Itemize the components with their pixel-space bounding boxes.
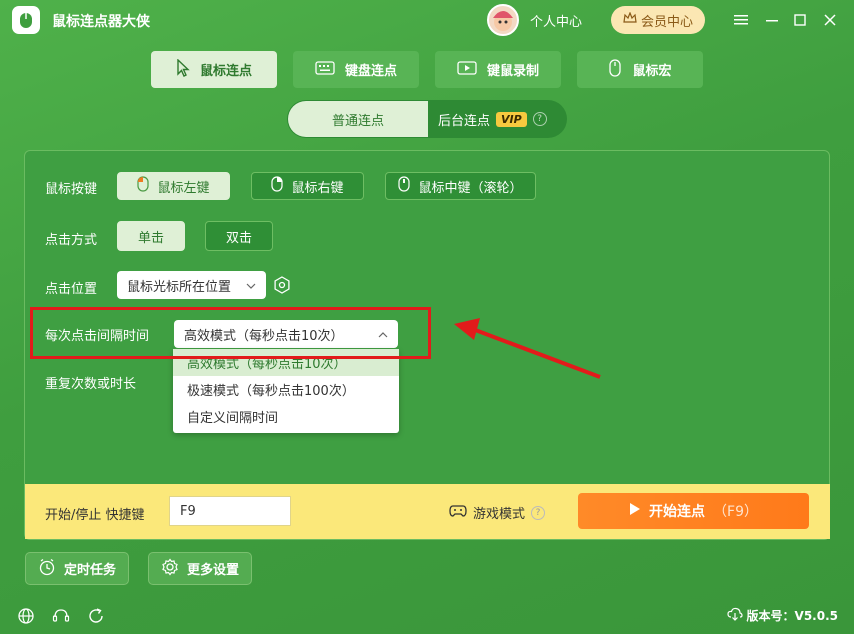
start-label: 开始连点: [649, 504, 706, 520]
interval-dropdown: 高效模式（每秒点击10次） 极速模式（每秒点击100次） 自定义间隔时间: [173, 349, 399, 433]
dropdown-option[interactable]: 极速模式（每秒点击100次）: [173, 376, 399, 403]
mouse-button-label: 鼠标按键: [45, 182, 98, 197]
hotkey-label: 开始/停止 快捷键: [45, 508, 145, 523]
highlight-box: [30, 307, 431, 359]
alarm-clock-icon: [38, 558, 56, 580]
menu-icon[interactable]: [731, 10, 751, 30]
single-click-option[interactable]: 单击: [117, 221, 185, 251]
left-button-option[interactable]: 鼠标左键: [117, 172, 230, 200]
avatar[interactable]: [487, 4, 519, 36]
sub-tab-background-label: 后台连点: [438, 113, 491, 129]
close-icon[interactable]: [820, 10, 840, 30]
tab-label: 键盘连点: [344, 64, 397, 79]
option-label: 鼠标右键: [291, 180, 344, 196]
start-clicking-button[interactable]: 开始连点 （F9）: [578, 493, 809, 529]
customer-service-icon[interactable]: [51, 606, 71, 626]
start-hint: （F9）: [713, 504, 758, 520]
dropdown-option[interactable]: 自定义间隔时间: [173, 403, 399, 430]
gamepad-icon: [449, 504, 467, 522]
help-icon[interactable]: ?: [531, 505, 546, 520]
game-mode-label: 游戏模式: [473, 507, 526, 522]
mouse-right-icon: [271, 176, 284, 196]
keyboard-icon: [315, 60, 335, 79]
mouse-left-icon: [137, 176, 150, 196]
tab-label: 鼠标连点: [199, 64, 252, 79]
select-value: 鼠标光标所在位置: [127, 279, 232, 295]
minimize-icon[interactable]: [762, 10, 782, 30]
tab-mouse-click[interactable]: 鼠标连点: [151, 51, 277, 88]
cloud-download-icon: [726, 607, 743, 624]
version-text: 版本号：V5.0.5: [746, 609, 838, 623]
tab-label: 鼠标宏: [632, 64, 672, 79]
gear-icon[interactable]: [273, 276, 291, 298]
tab-label: 键鼠录制: [486, 64, 539, 79]
mouse-icon: [608, 58, 622, 81]
app-title: 鼠标连点器大侠: [52, 14, 150, 30]
video-icon: [457, 60, 477, 79]
vip-badge: VIP: [496, 111, 527, 127]
more-settings-button[interactable]: 更多设置: [148, 552, 252, 585]
version-info: 版本号：V5.0.5: [726, 607, 838, 624]
game-mode-toggle[interactable]: 游戏模式 ?: [449, 503, 546, 522]
tab-keyboard-click[interactable]: 键盘连点: [293, 51, 419, 88]
app-logo: [12, 6, 40, 34]
personal-center-link[interactable]: 个人中心: [530, 11, 582, 30]
mouse-middle-icon: [398, 176, 411, 196]
timer-task-button[interactable]: 定时任务: [25, 552, 129, 585]
sub-tab-normal[interactable]: 普通连点: [288, 101, 428, 137]
tab-mouse-macro[interactable]: 鼠标宏: [577, 51, 703, 88]
sub-tab-background[interactable]: 后台连点 VIP ?: [428, 101, 566, 137]
double-click-option[interactable]: 双击: [205, 221, 273, 251]
refresh-icon[interactable]: [86, 606, 106, 626]
settings-icon: [161, 558, 179, 580]
hotkey-input[interactable]: F9: [169, 496, 291, 526]
maximize-icon[interactable]: [790, 10, 810, 30]
play-icon: [629, 502, 641, 520]
cursor-icon: [176, 57, 190, 81]
tab-record[interactable]: 键鼠录制: [435, 51, 561, 88]
right-button-option[interactable]: 鼠标右键: [251, 172, 364, 200]
globe-icon[interactable]: [16, 606, 36, 626]
vip-center-button[interactable]: 会员中心: [611, 6, 705, 34]
timer-task-label: 定时任务: [63, 563, 116, 578]
click-type-label: 点击方式: [45, 233, 98, 248]
more-settings-label: 更多设置: [186, 563, 239, 578]
crown-icon: [623, 11, 637, 28]
red-arrow-annotation: [454, 318, 601, 379]
chevron-down-icon: [246, 278, 256, 293]
middle-button-option[interactable]: 鼠标中键（滚轮）: [385, 172, 536, 200]
vip-center-label: 会员中心: [640, 14, 693, 30]
option-label: 鼠标左键: [157, 180, 210, 196]
repeat-label: 重复次数或时长: [45, 377, 137, 392]
option-label: 鼠标中键（滚轮）: [418, 180, 523, 196]
help-icon[interactable]: ?: [532, 112, 547, 126]
click-position-select[interactable]: 鼠标光标所在位置: [117, 271, 266, 299]
click-position-label: 点击位置: [45, 282, 98, 297]
